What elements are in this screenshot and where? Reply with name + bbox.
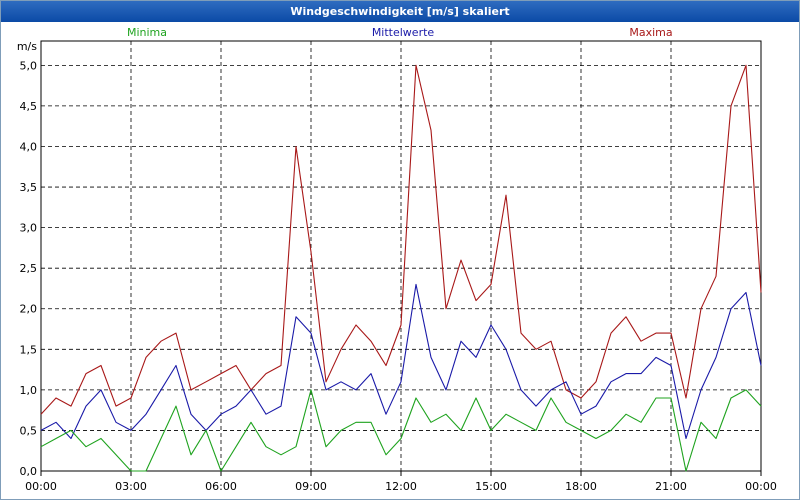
y-tick-label: 2,5 xyxy=(20,262,38,275)
x-tick-date: 15.03.13 xyxy=(737,498,786,499)
x-tick-time: 21:00 xyxy=(655,480,687,493)
x-tick-time: 15:00 xyxy=(475,480,507,493)
legend-maxima: Maxima xyxy=(629,26,672,39)
x-tick-time: 03:00 xyxy=(115,480,147,493)
x-tick-date: 14.03.13 xyxy=(377,498,426,499)
y-tick-label: 5,0 xyxy=(20,59,38,72)
x-tick-date: 14.03.13 xyxy=(17,498,66,499)
x-tick-date: 14.03.13 xyxy=(467,498,516,499)
y-tick-label: 3,5 xyxy=(20,181,38,194)
chart-window: Windgeschwindigkeit [m/s] skaliert 0,0 0,… xyxy=(0,0,800,500)
y-tick-label: 1,5 xyxy=(20,343,38,356)
wind-speed-chart: 0,0 0,5 1,0 1,5 2,0 2,5 3,0 3,5 4,0 4,5 5,0 m/s 00:0… xyxy=(17,26,786,499)
y-tick-label: 4,5 xyxy=(20,100,38,113)
y-tick-label: 3,0 xyxy=(20,222,38,235)
legend-mittelwerte: Mittelwerte xyxy=(372,26,435,39)
x-tick-date: 14.03.13 xyxy=(287,498,336,499)
x-tick-date: 14.03.13 xyxy=(557,498,606,499)
x-tick-time: 00:00 xyxy=(745,480,777,493)
legend-minima: Minima xyxy=(127,26,167,39)
y-tick-label: 0,5 xyxy=(20,424,38,437)
x-tick-date: 14.03.13 xyxy=(107,498,156,499)
y-tick-label: 0,0 xyxy=(20,465,38,478)
x-tick-time: 06:00 xyxy=(205,480,237,493)
x-tick-time: 18:00 xyxy=(565,480,597,493)
y-tick-label: 2,0 xyxy=(20,303,38,316)
x-tick-time: 09:00 xyxy=(295,480,327,493)
x-tick-time: 00:00 xyxy=(25,480,57,493)
y-axis-unit: m/s xyxy=(17,40,37,53)
y-tick-label: 4,0 xyxy=(20,140,38,153)
x-tick-date: 14.03.13 xyxy=(647,498,696,499)
y-tick-label: 1,0 xyxy=(20,384,38,397)
x-tick-date: 14.03.13 xyxy=(197,498,246,499)
window-title: Windgeschwindigkeit [m/s] skaliert xyxy=(1,1,799,22)
x-tick-time: 12:00 xyxy=(385,480,417,493)
